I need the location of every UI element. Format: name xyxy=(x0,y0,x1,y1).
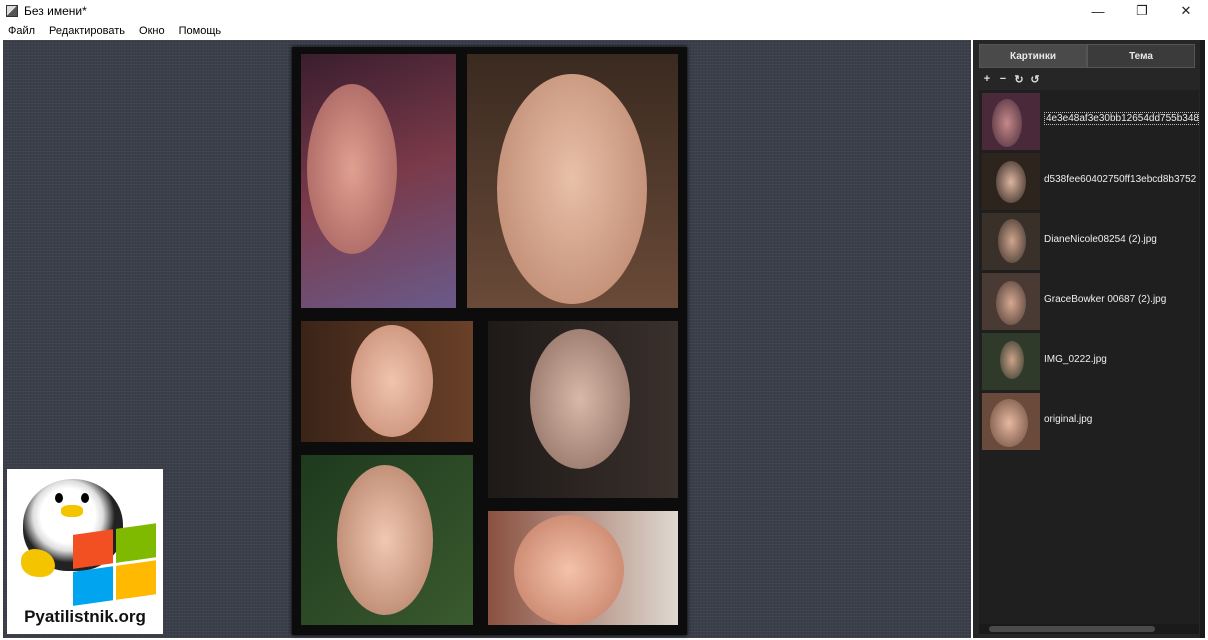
site-logo: Pyatilistnik.org xyxy=(7,469,163,634)
item-filename: original.jpg xyxy=(1044,414,1093,425)
thumbnail xyxy=(982,333,1040,390)
window-title: Без имени* xyxy=(24,4,87,18)
tab-theme[interactable]: Тема xyxy=(1087,44,1195,68)
item-filename: d538fee60402750ff13ebcd8b3752 xyxy=(1044,174,1197,185)
collage-photo-1[interactable] xyxy=(301,54,456,308)
menu-help[interactable]: Помощь xyxy=(179,25,222,37)
list-item[interactable]: original.jpg xyxy=(981,392,1199,451)
item-filename: IMG_0222.jpg xyxy=(1044,354,1107,365)
logo-text: Pyatilistnik.org xyxy=(24,607,146,626)
vertical-scroll-track[interactable] xyxy=(1200,40,1205,638)
collage-photo-4[interactable] xyxy=(488,321,678,498)
collage-photo-5[interactable] xyxy=(301,455,473,625)
minimize-button[interactable]: — xyxy=(1076,0,1120,22)
rotate-left-icon[interactable]: ↺ xyxy=(1027,73,1043,86)
list-item[interactable]: d538fee60402750ff13ebcd8b3752 xyxy=(981,152,1199,211)
thumbnail xyxy=(982,153,1040,210)
thumbnail xyxy=(982,273,1040,330)
list-item[interactable]: IMG_0222.jpg xyxy=(981,332,1199,391)
maximize-button[interactable]: ❐ xyxy=(1120,0,1164,22)
collage-photo-3[interactable] xyxy=(301,321,473,442)
thumbnail xyxy=(982,213,1040,270)
remove-icon[interactable]: − xyxy=(995,73,1011,85)
thumbnail xyxy=(982,393,1040,450)
tab-pictures[interactable]: Картинки xyxy=(979,44,1087,68)
title-bar: Без имени* — ❐ ✕ xyxy=(0,0,1208,22)
scrollbar-thumb[interactable] xyxy=(989,626,1155,632)
list-item[interactable]: 4e3e48af3e30bb12654dd755b348 xyxy=(981,92,1199,151)
menu-file[interactable]: Файл xyxy=(8,25,35,37)
item-filename: 4e3e48af3e30bb12654dd755b348 xyxy=(1044,112,1199,125)
collage-photo-2[interactable] xyxy=(467,54,678,308)
item-filename: DianeNicole08254 (2).jpg xyxy=(1044,234,1157,245)
thumbnail xyxy=(982,93,1040,150)
close-button[interactable]: ✕ xyxy=(1164,0,1208,22)
horizontal-scrollbar[interactable] xyxy=(979,624,1199,634)
sidebar-panel: Картинки Тема + − ↻ ↺ 4e3e48af3e30bb1265… xyxy=(973,40,1205,638)
list-item[interactable]: GraceBowker 00687 (2).jpg xyxy=(981,272,1199,331)
add-icon[interactable]: + xyxy=(979,73,995,85)
rotate-right-icon[interactable]: ↻ xyxy=(1011,73,1027,86)
photo-collage[interactable] xyxy=(292,47,687,635)
menu-bar: Файл Редактировать Окно Помощь xyxy=(0,22,1208,40)
image-list: 4e3e48af3e30bb12654dd755b348 d538fee6040… xyxy=(979,90,1199,630)
menu-edit[interactable]: Редактировать xyxy=(49,25,125,37)
list-item[interactable]: DianeNicole08254 (2).jpg xyxy=(981,212,1199,271)
menu-window[interactable]: Окно xyxy=(139,25,165,37)
app-icon xyxy=(6,5,18,17)
item-filename: GraceBowker 00687 (2).jpg xyxy=(1044,294,1167,305)
collage-photo-6[interactable] xyxy=(488,511,678,625)
windows-flag-icon xyxy=(73,523,157,607)
